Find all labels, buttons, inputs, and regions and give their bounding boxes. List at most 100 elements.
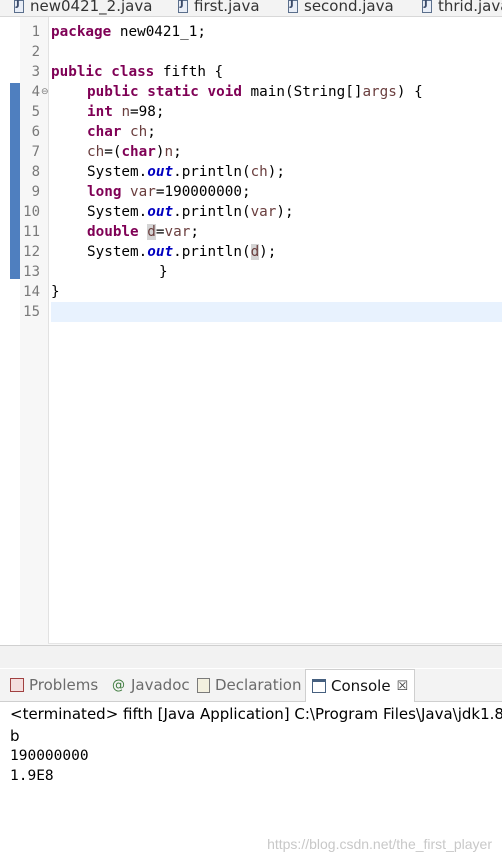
tab-label: Console <box>331 677 391 695</box>
line-number: 2 <box>31 44 40 60</box>
code-text: ; <box>173 144 182 160</box>
code-text: .println( <box>173 244 251 260</box>
line-number-gutter: 1 2 3 4 ⊖ 5 6 7 8 9 10 11 12 13 14 15 <box>20 17 49 645</box>
line-number: 9 <box>31 184 40 200</box>
tab-new0421-2[interactable]: new0421_2.java <box>14 0 152 16</box>
console-line: b <box>10 727 20 745</box>
code-line: } <box>159 262 168 282</box>
code-line: package new0421_1; <box>51 22 206 42</box>
java-file-icon <box>14 0 24 13</box>
variable: ch <box>87 144 105 160</box>
tab-second[interactable]: second.java <box>288 0 394 16</box>
tab-label: Javadoc <box>131 676 190 694</box>
editor-tab-bar: new0421_2.java first.java second.java th… <box>0 0 502 17</box>
tab-label: thrid.java <box>438 0 502 15</box>
code-line: System.out.println(ch); <box>87 162 285 182</box>
java-file-icon <box>178 0 188 13</box>
watermark: https://blog.csdn.net/the_first_player <box>267 836 492 852</box>
tab-label: Declaration <box>215 676 302 694</box>
code-text: System. <box>87 164 148 180</box>
line-number: 3 <box>31 64 40 80</box>
variable: var <box>130 184 156 200</box>
tab-label: first.java <box>194 0 260 15</box>
line-number: 11 <box>23 224 40 240</box>
tab-console[interactable]: Console ☒ <box>305 669 416 702</box>
variable: ch <box>130 124 148 140</box>
console-icon <box>312 679 326 693</box>
tab-problems[interactable]: Problems <box>10 669 98 701</box>
code-editor[interactable]: 1 2 3 4 ⊖ 5 6 7 8 9 10 11 12 13 14 15 pa… <box>0 17 502 662</box>
problems-icon <box>10 678 24 692</box>
variable: n <box>164 144 174 160</box>
keyword: public class <box>51 64 155 80</box>
code-line: System.out.println(d); <box>87 242 276 262</box>
console-header: <terminated> fifth [Java Application] C:… <box>10 705 502 723</box>
tab-label: Problems <box>29 676 99 694</box>
code-text: =( <box>104 144 122 160</box>
keyword: int <box>87 104 113 120</box>
variable: ch <box>250 164 268 180</box>
code-text: main(String[] <box>241 84 363 100</box>
variable: d <box>147 224 156 240</box>
code-text: } <box>159 264 168 280</box>
panel-separator <box>0 645 502 668</box>
keyword: char <box>87 124 122 140</box>
field: out <box>147 164 174 180</box>
close-icon[interactable]: ☒ <box>397 679 409 694</box>
code-text: new0421_1; <box>111 24 206 40</box>
code-text: ; <box>190 224 199 240</box>
tab-javadoc[interactable]: @ Javadoc <box>112 669 190 701</box>
tab-label: new0421_2.java <box>30 0 153 15</box>
tab-thrid[interactable]: thrid.java <box>422 0 502 16</box>
code-text: =98; <box>130 104 165 120</box>
code-text: } <box>51 284 60 300</box>
java-file-icon <box>288 0 298 13</box>
tab-label: second.java <box>304 0 394 15</box>
code-line: public class fifth { <box>51 62 223 82</box>
change-marker <box>10 83 20 279</box>
code-line: System.out.println(var); <box>87 202 294 222</box>
code-line: int n=98; <box>87 102 164 122</box>
code-text: .println( <box>173 204 251 220</box>
code-line: long var=190000000; <box>87 182 251 202</box>
variable: var <box>250 204 277 220</box>
code-text: ); <box>267 164 285 180</box>
variable: d <box>250 244 260 260</box>
javadoc-icon: @ <box>112 678 125 693</box>
line-number: 14 <box>23 284 40 300</box>
line-number: 8 <box>31 164 40 180</box>
view-tab-bar: Problems @ Javadoc Declaration Console ☒ <box>0 669 502 702</box>
tab-first[interactable]: first.java <box>178 0 260 16</box>
field: out <box>147 244 174 260</box>
code-text: .println( <box>173 164 251 180</box>
line-number: 6 <box>31 124 40 140</box>
keyword: double <box>87 224 139 240</box>
code-line: double d=var; <box>87 222 199 242</box>
line-number: 10 <box>23 204 40 220</box>
line-number: 13 <box>23 264 40 280</box>
keyword: char <box>121 144 156 160</box>
current-line-highlight <box>51 302 502 322</box>
console-line: 190000000 <box>10 748 89 764</box>
fold-collapse-icon[interactable]: ⊖ <box>41 82 49 102</box>
keyword: long <box>87 184 122 200</box>
declaration-icon <box>197 677 210 693</box>
line-number: 1 <box>31 24 40 40</box>
code-line: } <box>51 282 60 302</box>
variable: args <box>362 84 397 100</box>
code-text: ) { <box>396 84 423 100</box>
field: out <box>147 204 174 220</box>
code-text: ); <box>259 244 277 260</box>
line-number: 5 <box>31 104 40 120</box>
code-line: ch=(char)n; <box>87 142 182 162</box>
keyword: public static void <box>87 84 242 100</box>
code-text: ); <box>276 204 294 220</box>
line-number: 4 <box>31 84 40 100</box>
java-file-icon <box>422 0 432 13</box>
code-text: =190000000; <box>155 184 251 200</box>
tab-declaration[interactable]: Declaration <box>197 669 301 701</box>
code-line: char ch; <box>87 122 156 142</box>
code-text: System. <box>87 244 148 260</box>
code-text: ; <box>147 124 156 140</box>
code-line: public static void main(String[]args) { <box>87 82 423 102</box>
